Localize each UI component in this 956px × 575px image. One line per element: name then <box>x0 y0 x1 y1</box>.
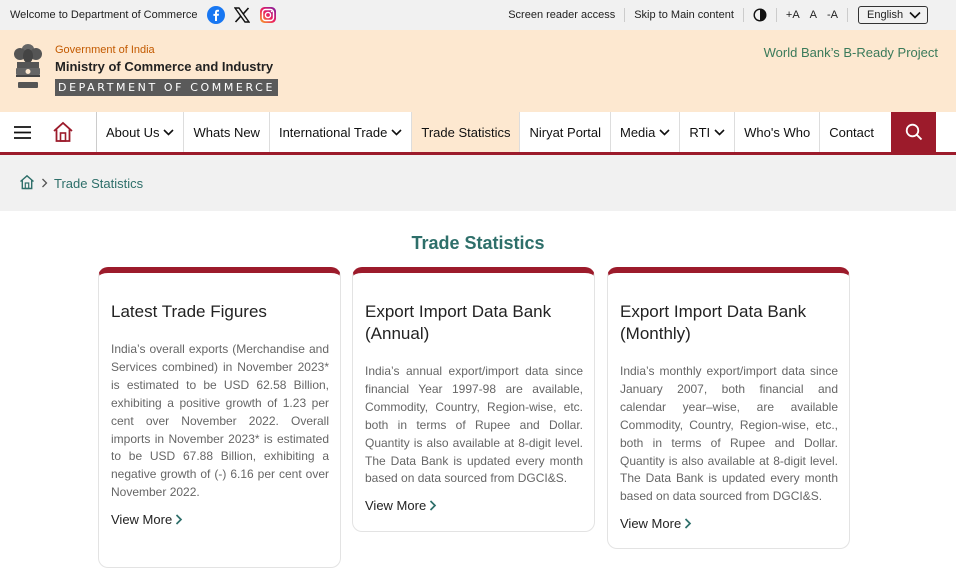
card-title: Latest Trade Figures <box>111 302 267 321</box>
card-body: India’s annual export/import data since … <box>365 364 583 486</box>
nav-label: About Us <box>106 124 160 140</box>
welcome-text: Welcome to Department of Commerce <box>10 9 198 21</box>
nav-item-about-us[interactable]: About Us <box>96 112 183 152</box>
main-nav: About Us Whats New International Trade T… <box>0 112 956 155</box>
view-more-label: View More <box>365 498 427 514</box>
chevron-right-icon <box>685 518 692 529</box>
chevron-right-icon <box>176 514 183 525</box>
view-more-link[interactable]: View More <box>111 512 183 527</box>
nav-item-whos-who[interactable]: Who's Who <box>734 112 819 152</box>
view-more-link[interactable]: View More <box>620 516 692 531</box>
skip-to-main-link[interactable]: Skip to Main content <box>625 8 744 22</box>
card-body: India’s overall exports (Merchandise and… <box>111 342 329 500</box>
nav-item-niryat-portal[interactable]: Niryat Portal <box>519 112 610 152</box>
nav-label: Trade Statistics <box>421 124 511 140</box>
nav-label: Niryat Portal <box>529 124 601 140</box>
view-more-label: View More <box>620 516 682 532</box>
instagram-icon[interactable] <box>259 6 277 24</box>
utility-links: Screen reader access Skip to Main conten… <box>499 0 928 30</box>
card-title: Export Import Data Bank (Monthly) <box>620 302 807 343</box>
chevron-right-icon <box>430 500 437 511</box>
chevron-down-icon <box>909 11 921 19</box>
nav-label: Contact <box>829 124 875 140</box>
utility-bar: Welcome to Department of Commerce Screen… <box>0 0 956 30</box>
language-label: English <box>867 9 904 21</box>
view-more-link[interactable]: View More <box>365 498 437 513</box>
nav-label: Who's Who <box>744 124 811 140</box>
hamburger-menu-icon[interactable] <box>0 125 44 139</box>
x-twitter-icon[interactable] <box>233 6 251 24</box>
nav-items: About Us Whats New International Trade T… <box>96 112 883 152</box>
department-title: DEPARTMENT OF COMMERCE <box>55 79 279 96</box>
card-title: Export Import Data Bank (Annual) <box>365 302 552 343</box>
nav-item-trade-statistics[interactable]: Trade Statistics <box>411 112 520 152</box>
world-bank-project-link[interactable]: World Bank’s B-Ready Project <box>764 45 938 60</box>
font-increase-button[interactable]: +A <box>781 8 805 22</box>
contrast-toggle-icon[interactable] <box>744 8 777 22</box>
chevron-down-icon <box>714 128 725 136</box>
national-emblem-icon[interactable] <box>12 42 44 100</box>
chevron-right-icon <box>41 176 48 191</box>
nav-label: RTI <box>689 124 711 140</box>
nav-item-media[interactable]: Media <box>610 112 679 152</box>
nav-item-international-trade[interactable]: International Trade <box>268 112 411 152</box>
chevron-down-icon <box>391 128 402 136</box>
card-export-import-annual: Export Import Data Bank (Annual) India’s… <box>352 267 595 532</box>
breadcrumb-home-icon[interactable] <box>19 174 35 193</box>
breadcrumb: Trade Statistics <box>0 155 956 211</box>
language-select[interactable]: English <box>858 6 928 24</box>
nav-item-whats-new[interactable]: Whats New <box>183 112 268 152</box>
nav-label: Media <box>620 124 656 140</box>
nav-item-rti[interactable]: RTI <box>679 112 734 152</box>
nav-label: International Trade <box>278 124 388 140</box>
facebook-icon[interactable] <box>207 6 226 24</box>
social-links <box>207 6 277 24</box>
screen-reader-link[interactable]: Screen reader access <box>499 8 626 22</box>
card-export-import-monthly: Export Import Data Bank (Monthly) India’… <box>607 267 850 549</box>
nav-label: Whats New <box>193 124 260 140</box>
card-body: India’s monthly export/import data since… <box>620 364 838 504</box>
font-decrease-button[interactable]: -A <box>822 8 843 22</box>
chevron-down-icon <box>659 128 670 136</box>
search-button[interactable] <box>891 112 936 152</box>
site-header: Government of India Ministry of Commerce… <box>0 30 956 112</box>
search-icon <box>905 123 922 141</box>
ministry-title: Ministry of Commerce and Industry <box>55 59 274 74</box>
card-latest-trade-figures: Latest Trade Figures India’s overall exp… <box>98 267 341 568</box>
font-normal-button[interactable]: A <box>805 8 822 22</box>
page-title: Trade Statistics <box>411 233 545 253</box>
nav-item-contact[interactable]: Contact <box>819 112 883 152</box>
home-icon[interactable] <box>44 121 82 143</box>
government-label: Government of India <box>55 44 155 56</box>
view-more-label: View More <box>111 512 173 528</box>
chevron-down-icon <box>163 128 175 136</box>
breadcrumb-current: Trade Statistics <box>54 175 144 191</box>
